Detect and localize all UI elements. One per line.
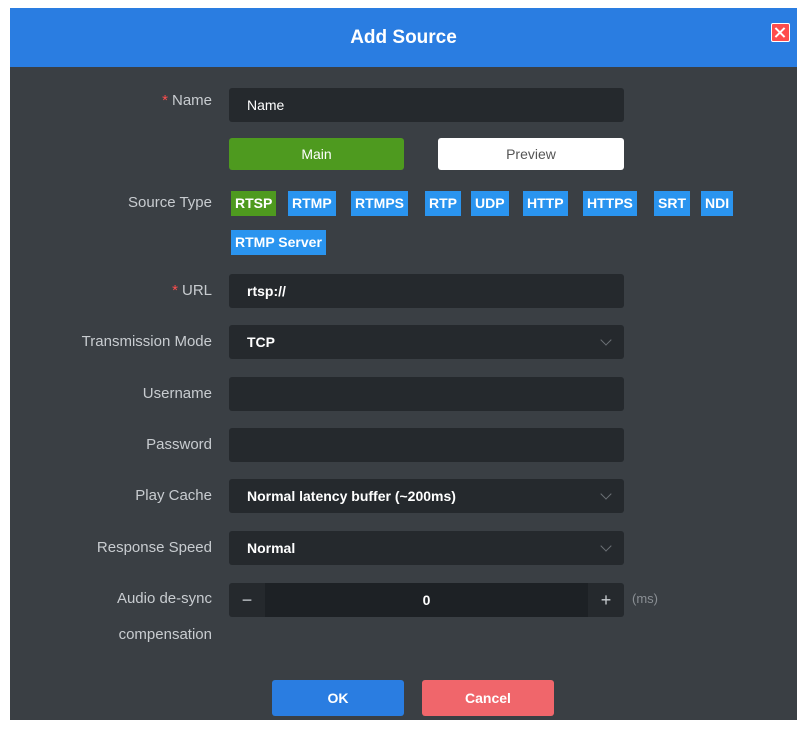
dialog-titlebar: Add Source: [10, 8, 797, 67]
main-stream-button[interactable]: Main: [229, 138, 404, 170]
username-label: Username: [142, 385, 212, 402]
preview-stream-button[interactable]: Preview: [438, 138, 624, 170]
audio-desync-unit: (ms): [632, 591, 658, 606]
response-speed-select[interactable]: Normal: [229, 531, 624, 565]
password-input[interactable]: [229, 428, 624, 462]
response-speed-label: Response Speed: [96, 539, 212, 556]
audio-desync-stepper: − 0 +: [229, 583, 624, 617]
source-type-https[interactable]: HTTPS: [583, 191, 637, 216]
url-input[interactable]: rtsp://: [229, 274, 624, 308]
source-type-rtmp-server[interactable]: RTMP Server: [231, 230, 326, 255]
close-icon[interactable]: [771, 23, 790, 42]
add-source-dialog: Add Source * Name Name Main Preview Sourc…: [10, 8, 797, 720]
source-type-http[interactable]: HTTP: [523, 191, 568, 216]
response-speed-value: Normal: [247, 540, 296, 556]
play-cache-label: Play Cache: [135, 487, 212, 504]
chevron-down-icon: [600, 540, 612, 552]
username-input[interactable]: [229, 377, 624, 411]
decrement-button[interactable]: −: [229, 583, 265, 617]
chevron-down-icon: [600, 488, 612, 500]
chevron-down-icon: [600, 334, 612, 346]
dialog-title: Add Source: [350, 27, 457, 48]
transmission-mode-value: TCP: [247, 334, 275, 350]
play-cache-select[interactable]: Normal latency buffer (~200ms): [229, 479, 624, 513]
source-type-rtsp[interactable]: RTSP: [231, 191, 277, 216]
ok-button[interactable]: OK: [272, 680, 404, 716]
audio-desync-value[interactable]: 0: [265, 583, 588, 617]
transmission-mode-label: Transmission Mode: [81, 333, 212, 350]
increment-button[interactable]: +: [588, 583, 624, 617]
audio-desync-label-line2: compensation: [118, 626, 212, 643]
required-mark: *: [172, 282, 178, 299]
transmission-mode-select[interactable]: TCP: [229, 325, 624, 359]
source-type-rtp[interactable]: RTP: [425, 191, 461, 216]
cancel-button[interactable]: Cancel: [422, 680, 554, 716]
source-type-label: Source Type: [128, 194, 212, 211]
play-cache-value: Normal latency buffer (~200ms): [247, 488, 456, 504]
audio-desync-label: Audio de-sync: [116, 590, 212, 607]
password-label: Password: [146, 436, 212, 453]
name-label: * Name: [162, 92, 212, 109]
source-type-srt[interactable]: SRT: [654, 191, 690, 216]
url-label: * URL: [172, 282, 212, 299]
name-input[interactable]: Name: [229, 88, 624, 122]
source-type-ndi[interactable]: NDI: [701, 191, 734, 216]
source-type-udp[interactable]: UDP: [471, 191, 509, 216]
required-mark: *: [162, 92, 168, 109]
source-type-rtmp[interactable]: RTMP: [288, 191, 336, 216]
source-type-rtmps[interactable]: RTMPS: [351, 191, 408, 216]
